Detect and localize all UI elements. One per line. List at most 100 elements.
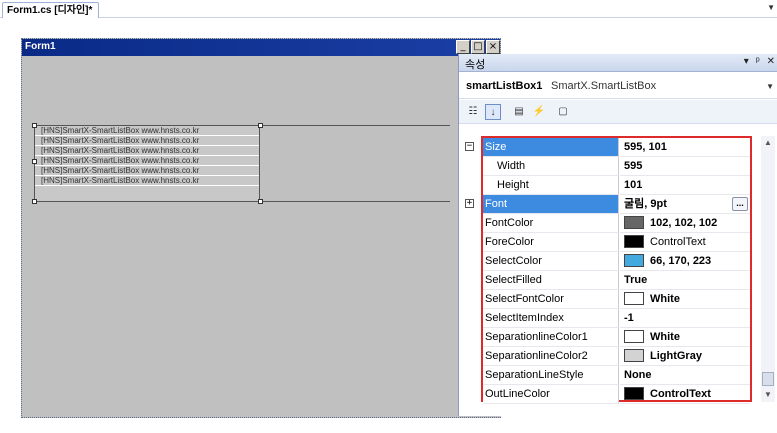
property-value[interactable]: -1 (620, 309, 750, 328)
property-name[interactable]: Width (483, 157, 619, 176)
property-value-text: 595 (624, 160, 643, 172)
property-value[interactable]: ControlText (620, 233, 750, 252)
form-preview[interactable]: Form1 _ □ × [HNS]SmartX-SmartListBox www… (21, 38, 501, 418)
listbox-selection-outline (260, 125, 450, 202)
property-row[interactable]: SelectColor 66, 170, 223 (483, 252, 750, 271)
color-swatch-icon (624, 215, 644, 229)
property-name[interactable]: FontColor (483, 214, 619, 233)
list-item[interactable]: [HNS]SmartX-SmartListBox www.hnsts.co.kr (35, 146, 259, 156)
property-name[interactable]: SelectColor (483, 252, 619, 271)
property-row[interactable]: SelectFontColor White (483, 290, 750, 309)
resize-handle-left[interactable] (32, 159, 37, 164)
property-name[interactable]: SeparationlineColor1 (483, 328, 619, 347)
collapse-icon[interactable]: − (465, 142, 474, 151)
property-value[interactable]: 66, 170, 223 (620, 252, 750, 271)
property-row[interactable]: SeparationlineColor1 White (483, 328, 750, 347)
resize-handle-top[interactable] (258, 123, 263, 128)
property-value-text: -1 (624, 312, 634, 324)
document-tab[interactable]: Form1.cs [디자인]* (2, 2, 100, 18)
property-value[interactable]: 굴림, 9pt... (620, 195, 750, 214)
vertical-scrollbar[interactable]: ▲ ▼ (761, 136, 775, 402)
categorized-icon[interactable]: ☷ (465, 104, 481, 120)
property-value-text: None (624, 369, 652, 381)
property-value[interactable]: None (620, 366, 750, 385)
property-name[interactable]: Height (483, 176, 619, 195)
close-icon[interactable]: ✕ (767, 56, 775, 67)
close-button[interactable]: × (486, 40, 500, 54)
property-value[interactable]: 595, 101 (620, 138, 750, 157)
property-value[interactable]: 595 (620, 157, 750, 176)
document-tabstrip: Form1.cs [디자인]* ▼ (0, 0, 777, 18)
property-row[interactable]: Width 595 (483, 157, 750, 176)
maximize-button[interactable]: □ (471, 40, 485, 54)
color-swatch-icon (624, 386, 644, 400)
property-row[interactable]: Size − 595, 101 (465, 138, 750, 157)
property-row[interactable]: Font + 굴림, 9pt... (465, 195, 750, 214)
property-name[interactable]: Font (483, 195, 619, 214)
list-item[interactable]: [HNS]SmartX-SmartListBox www.hnsts.co.kr (35, 166, 259, 176)
property-row[interactable]: SelectItemIndex -1 (483, 309, 750, 328)
object-selector[interactable]: smartListBox1 SmartX.SmartListBox ▼ (459, 73, 777, 99)
color-swatch-icon (624, 253, 644, 267)
list-item[interactable]: [HNS]SmartX-SmartListBox www.hnsts.co.kr (35, 156, 259, 166)
panel-dropdown-icon[interactable]: ▾ (744, 56, 749, 67)
list-item[interactable]: [HNS]SmartX-SmartListBox www.hnsts.co.kr (35, 176, 259, 186)
property-row[interactable]: SeparationLineStyle None (483, 366, 750, 385)
scroll-down-icon[interactable]: ▼ (761, 388, 775, 402)
form-title: Form1 (25, 41, 56, 52)
color-swatch-icon (624, 291, 644, 305)
property-value-text: ControlText (650, 388, 711, 400)
properties-icon[interactable]: ▤ (511, 104, 527, 120)
property-name[interactable]: OutLineColor (483, 385, 619, 404)
smart-listbox[interactable]: [HNS]SmartX-SmartListBox www.hnsts.co.kr… (34, 125, 260, 202)
property-row[interactable]: FontColor 102, 102, 102 (483, 214, 750, 233)
properties-header: 속성 ▾ ᵖ ✕ (459, 54, 777, 72)
property-name[interactable]: Size (483, 138, 619, 157)
properties-toolbar: ☷ ↓ ▤ ⚡ ▢ (459, 100, 777, 124)
ellipsis-button[interactable]: ... (732, 197, 748, 211)
events-icon[interactable]: ⚡ (531, 104, 547, 120)
expand-icon[interactable]: + (465, 199, 474, 208)
property-value-text: 66, 170, 223 (650, 255, 712, 267)
property-name[interactable]: SelectItemIndex (483, 309, 619, 328)
property-value[interactable]: White (620, 328, 750, 347)
property-row[interactable]: SelectFilled True (483, 271, 750, 290)
property-value[interactable]: 101 (620, 176, 750, 195)
property-row[interactable]: SeparationlineColor2 LightGray (483, 347, 750, 366)
resize-handle-topleft[interactable] (32, 123, 37, 128)
resize-handle-bottom[interactable] (258, 199, 263, 204)
color-swatch-icon (624, 234, 644, 248)
tab-dropdown-icon[interactable]: ▼ (767, 3, 775, 12)
property-name[interactable]: ForeColor (483, 233, 619, 252)
properties-panel: 속성 ▾ ᵖ ✕ smartListBox1 SmartX.SmartListB… (458, 54, 777, 416)
property-value-text: 101 (624, 179, 643, 191)
list-item[interactable]: [HNS]SmartX-SmartListBox www.hnsts.co.kr (35, 126, 259, 136)
scroll-up-icon[interactable]: ▲ (761, 136, 775, 150)
property-name[interactable]: SeparationLineStyle (483, 366, 619, 385)
property-pages-icon[interactable]: ▢ (555, 104, 571, 120)
chevron-down-icon[interactable]: ▼ (766, 82, 774, 91)
scroll-thumb[interactable] (762, 372, 774, 386)
property-row[interactable]: OutLineColor ControlText (483, 385, 750, 404)
property-value[interactable]: 102, 102, 102 (620, 214, 750, 233)
resize-handle-bottomleft[interactable] (32, 199, 37, 204)
properties-title: 속성 (465, 59, 486, 71)
property-value[interactable]: True (620, 271, 750, 290)
property-name[interactable]: SeparationlineColor2 (483, 347, 619, 366)
property-row[interactable]: ForeColor ControlText (483, 233, 750, 252)
property-value[interactable]: White (620, 290, 750, 309)
color-swatch-icon (624, 329, 644, 343)
alphabetical-icon[interactable]: ↓ (485, 104, 501, 120)
property-value[interactable]: LightGray (620, 347, 750, 366)
property-row[interactable]: Height 101 (483, 176, 750, 195)
designer-window: Form1.cs [디자인]* ▼ Form1 _ □ × [HNS]Smart… (0, 0, 777, 433)
property-value[interactable]: ControlText (620, 385, 750, 404)
property-value-text: 595, 101 (624, 141, 667, 153)
property-name[interactable]: SelectFilled (483, 271, 619, 290)
list-item[interactable]: [HNS]SmartX-SmartListBox www.hnsts.co.kr (35, 136, 259, 146)
property-name[interactable]: SelectFontColor (483, 290, 619, 309)
pin-icon[interactable]: ᵖ (756, 56, 760, 67)
form-titlebar: Form1 _ □ × (22, 39, 500, 56)
property-value-text: 굴림, 9pt (624, 198, 667, 210)
minimize-button[interactable]: _ (456, 40, 470, 54)
